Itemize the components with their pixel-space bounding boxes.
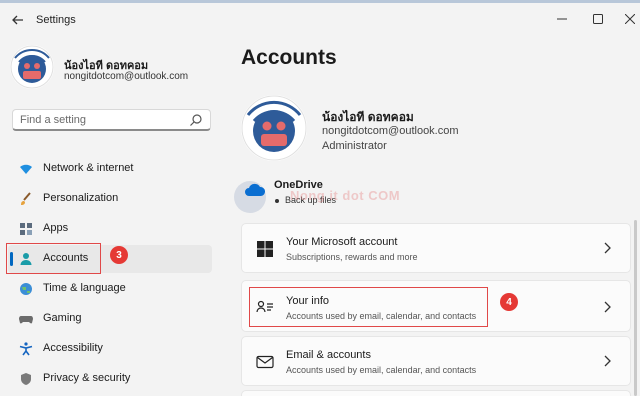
profile-email: nongitdotcom@outlook.com bbox=[64, 71, 189, 82]
scrollbar[interactable] bbox=[634, 220, 637, 396]
card-next-partial[interactable] bbox=[241, 390, 631, 396]
main-avatar[interactable] bbox=[241, 95, 307, 161]
step-badge-3: 3 bbox=[110, 246, 128, 264]
card-email-accounts[interactable]: Email & accounts Accounts used by email,… bbox=[241, 336, 631, 386]
app-title: Settings bbox=[36, 14, 76, 26]
card-title: Your Microsoft account bbox=[286, 236, 398, 248]
windows-logo-icon bbox=[256, 240, 274, 258]
sidebar-item-label: Apps bbox=[43, 222, 69, 234]
sidebar-item-accessibility[interactable]: Accessibility bbox=[8, 335, 212, 363]
search-input[interactable]: Find a setting bbox=[12, 109, 211, 131]
account-role: Administrator bbox=[322, 140, 387, 152]
sidebar-item-time-language[interactable]: Time & language bbox=[8, 275, 212, 303]
search-placeholder: Find a setting bbox=[20, 114, 87, 126]
accounts-highlight-box bbox=[6, 243, 101, 274]
accessibility-icon bbox=[19, 342, 33, 356]
mail-icon bbox=[256, 353, 274, 371]
your-info-highlight-box bbox=[249, 287, 488, 327]
onedrive-cloud-icon bbox=[244, 182, 266, 198]
chevron-right-icon bbox=[602, 300, 612, 314]
wifi-icon bbox=[19, 162, 33, 176]
minimize-button[interactable] bbox=[551, 8, 573, 30]
sidebar-item-label: Privacy & security bbox=[43, 372, 131, 384]
account-email: nongitdotcom@outlook.com bbox=[322, 125, 459, 137]
sidebar-item-apps[interactable]: Apps bbox=[8, 215, 212, 243]
chevron-right-icon bbox=[602, 354, 612, 368]
profile-avatar[interactable] bbox=[10, 45, 54, 89]
back-arrow-icon[interactable] bbox=[8, 10, 28, 30]
shield-icon bbox=[19, 372, 33, 386]
sidebar-item-label: Accessibility bbox=[43, 342, 103, 354]
sidebar-item-personalization[interactable]: Personalization bbox=[8, 185, 212, 213]
watermark-text: Nong it dot COM bbox=[290, 188, 401, 203]
gamepad-icon bbox=[19, 312, 33, 326]
sidebar-item-label: Personalization bbox=[43, 192, 119, 204]
sidebar-item-network[interactable]: Network & internet bbox=[8, 155, 212, 183]
sidebar-item-label: Gaming bbox=[43, 312, 82, 324]
title-bar: Settings bbox=[0, 3, 640, 37]
step-badge-4: 4 bbox=[500, 293, 518, 311]
card-title: Email & accounts bbox=[286, 349, 371, 361]
sidebar-item-privacy[interactable]: Privacy & security bbox=[8, 365, 212, 393]
sidebar-item-gaming[interactable]: Gaming bbox=[8, 305, 212, 333]
sidebar-item-label: Network & internet bbox=[43, 162, 134, 174]
card-subtitle: Subscriptions, rewards and more bbox=[286, 252, 418, 262]
sidebar-item-label: Time & language bbox=[43, 282, 126, 294]
maximize-button[interactable] bbox=[587, 8, 609, 30]
chevron-right-icon bbox=[602, 241, 612, 255]
bullet-icon bbox=[275, 199, 279, 203]
page-title: Accounts bbox=[241, 46, 337, 69]
close-button[interactable] bbox=[619, 8, 640, 30]
card-microsoft-account[interactable]: Your Microsoft account Subscriptions, re… bbox=[241, 223, 631, 273]
apps-icon bbox=[19, 222, 33, 236]
brush-icon bbox=[19, 192, 33, 206]
search-icon[interactable] bbox=[189, 113, 203, 127]
card-subtitle: Accounts used by email, calendar, and co… bbox=[286, 365, 477, 375]
globe-icon bbox=[19, 282, 33, 296]
